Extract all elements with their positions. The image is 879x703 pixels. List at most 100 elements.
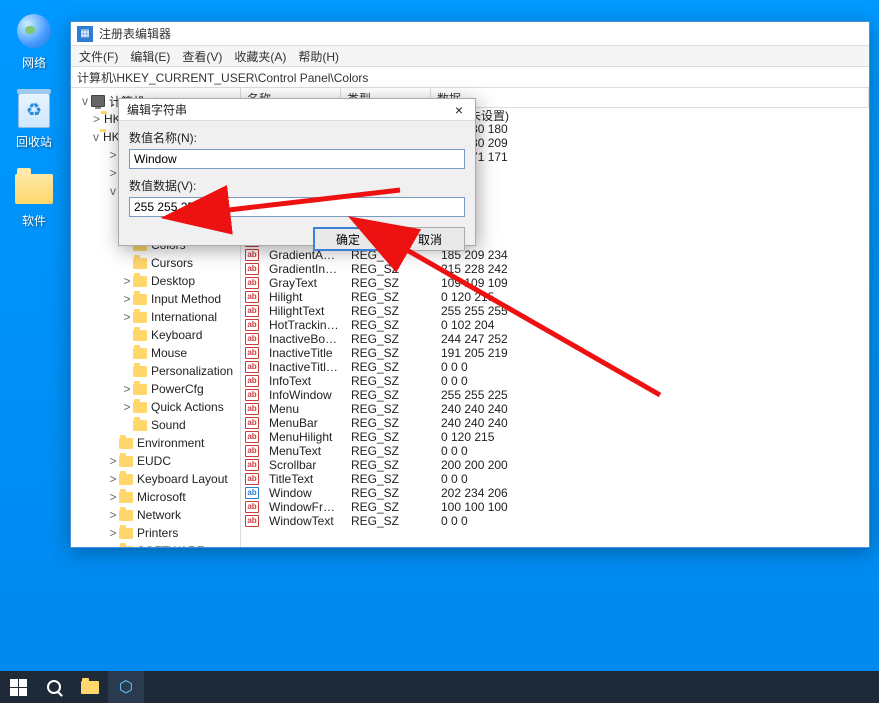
menu-view[interactable]: 查看(V)	[178, 48, 226, 65]
expander-icon[interactable]: >	[121, 274, 133, 288]
tree-label: Keyboard Layout	[137, 472, 228, 486]
recycle-bin-icon: ♻	[18, 92, 50, 128]
tree-label: Sound	[151, 418, 186, 432]
string-value-icon: ab	[245, 403, 259, 415]
dialog-title: 编辑字符串	[127, 101, 451, 118]
tree-subkey[interactable]: > Input Method	[71, 290, 240, 308]
folder-icon	[119, 546, 133, 548]
expander-icon[interactable]	[121, 346, 133, 360]
desktop-icon-label: 网络	[4, 54, 64, 71]
menu-edit[interactable]: 编辑(E)	[126, 48, 174, 65]
address-text: 计算机\HKEY_CURRENT_USER\Control Panel\Colo…	[77, 69, 368, 86]
desktop-icon-network[interactable]: 网络	[4, 10, 64, 71]
menu-help[interactable]: 帮助(H)	[294, 48, 343, 65]
string-value-icon: ab	[245, 459, 259, 471]
tree-key[interactable]: > Keyboard Layout	[71, 470, 240, 488]
expander-icon[interactable]: >	[107, 544, 119, 547]
tree-key[interactable]: > Network	[71, 506, 240, 524]
expander-icon[interactable]: >	[93, 112, 100, 126]
string-value-icon: ab	[245, 389, 259, 401]
dialog-body: 数值名称(N): 数值数据(V):	[119, 121, 475, 221]
tree-label: Keyboard	[151, 328, 202, 342]
string-value-icon: ab	[245, 277, 259, 289]
app-tray-icon: ⬡	[119, 677, 133, 697]
string-value-icon: ab	[245, 487, 259, 499]
tree-subkey[interactable]: Sound	[71, 416, 240, 434]
tree-subkey[interactable]: Personalization	[71, 362, 240, 380]
folder-icon	[119, 456, 133, 467]
expander-icon[interactable]: >	[121, 400, 133, 414]
expander-icon[interactable]: >	[107, 454, 119, 468]
menu-file[interactable]: 文件(F)	[75, 48, 122, 65]
folder-icon	[81, 681, 99, 694]
expander-icon[interactable]: >	[107, 526, 119, 540]
value-data-label: 数值数据(V):	[129, 177, 465, 194]
string-value-icon: ab	[245, 445, 259, 457]
folder-icon	[15, 174, 53, 204]
expander-icon[interactable]	[121, 328, 133, 342]
tree-key[interactable]: >SOFTWARE	[71, 542, 240, 547]
ok-button[interactable]: 确定	[313, 227, 383, 251]
desktop-icon-software[interactable]: 软件	[4, 168, 64, 229]
expander-icon[interactable]: >	[107, 472, 119, 486]
expander-icon[interactable]	[121, 364, 133, 378]
expander-icon[interactable]: >	[107, 508, 119, 522]
tree-label: Printers	[137, 526, 178, 540]
tree-key[interactable]: >Microsoft	[71, 488, 240, 506]
expander-icon[interactable]: v	[93, 130, 99, 144]
tree-subkey[interactable]: Mouse	[71, 344, 240, 362]
dialog-titlebar[interactable]: 编辑字符串 ×	[119, 99, 475, 121]
desktop-icon-label: 软件	[4, 212, 64, 229]
folder-icon	[133, 348, 147, 359]
value-name-label: 数值名称(N):	[129, 129, 465, 146]
folder-icon	[119, 474, 133, 485]
string-value-icon: ab	[245, 501, 259, 513]
tree-subkey[interactable]: >Quick Actions	[71, 398, 240, 416]
window-title: 注册表编辑器	[99, 25, 171, 42]
expander-icon[interactable]	[121, 418, 133, 432]
folder-icon	[133, 384, 147, 395]
tree-label: Input Method	[151, 292, 221, 306]
start-button[interactable]	[0, 671, 36, 703]
expander-icon[interactable]: >	[121, 310, 133, 324]
address-bar[interactable]: 计算机\HKEY_CURRENT_USER\Control Panel\Colo…	[71, 66, 869, 88]
folder-icon	[133, 294, 147, 305]
folder-icon	[119, 438, 133, 449]
tree-subkey[interactable]: >International	[71, 308, 240, 326]
desktop-icon-recycle-bin[interactable]: ♻ 回收站	[4, 89, 64, 150]
tree-subkey[interactable]: > PowerCfg	[71, 380, 240, 398]
taskbar-search[interactable]	[36, 671, 72, 703]
tree-key[interactable]: >EUDC	[71, 452, 240, 470]
tree-label: Environment	[137, 436, 204, 450]
string-value-icon: ab	[245, 319, 259, 331]
value-data-field[interactable]	[129, 197, 465, 217]
expander-icon[interactable]: >	[107, 490, 119, 504]
expander-icon[interactable]: v	[79, 94, 91, 108]
tree-key[interactable]: Environment	[71, 434, 240, 452]
expander-icon[interactable]: >	[121, 382, 133, 396]
tree-label: Network	[137, 508, 181, 522]
expander-icon[interactable]: >	[121, 292, 133, 306]
string-value-icon: ab	[245, 333, 259, 345]
expander-icon[interactable]	[107, 436, 119, 450]
tree-label: PowerCfg	[151, 382, 204, 396]
tree-subkey[interactable]: >Desktop	[71, 272, 240, 290]
titlebar[interactable]: ▦ 注册表编辑器	[71, 22, 869, 46]
list-row[interactable]: abWindowTextREG_SZ0 0 0	[241, 514, 869, 528]
tree-subkey[interactable]: Keyboard	[71, 326, 240, 344]
cancel-button[interactable]: 取消	[395, 227, 465, 251]
taskbar-app[interactable]: ⬡	[108, 671, 144, 703]
menubar: 文件(F) 编辑(E) 查看(V) 收藏夹(A) 帮助(H)	[71, 46, 869, 66]
string-value-icon: ab	[245, 417, 259, 429]
menu-favorites[interactable]: 收藏夹(A)	[230, 48, 290, 65]
desktop-icons: 网络 ♻ 回收站 软件	[4, 10, 64, 247]
folder-icon	[133, 420, 147, 431]
taskbar-explorer[interactable]	[72, 671, 108, 703]
close-icon[interactable]: ×	[451, 102, 467, 118]
search-icon	[47, 680, 61, 694]
string-value-icon: ab	[245, 347, 259, 359]
folder-icon	[119, 528, 133, 539]
tree-key[interactable]: > Printers	[71, 524, 240, 542]
value-name-field[interactable]	[129, 149, 465, 169]
tree-label: Personalization	[151, 364, 233, 378]
